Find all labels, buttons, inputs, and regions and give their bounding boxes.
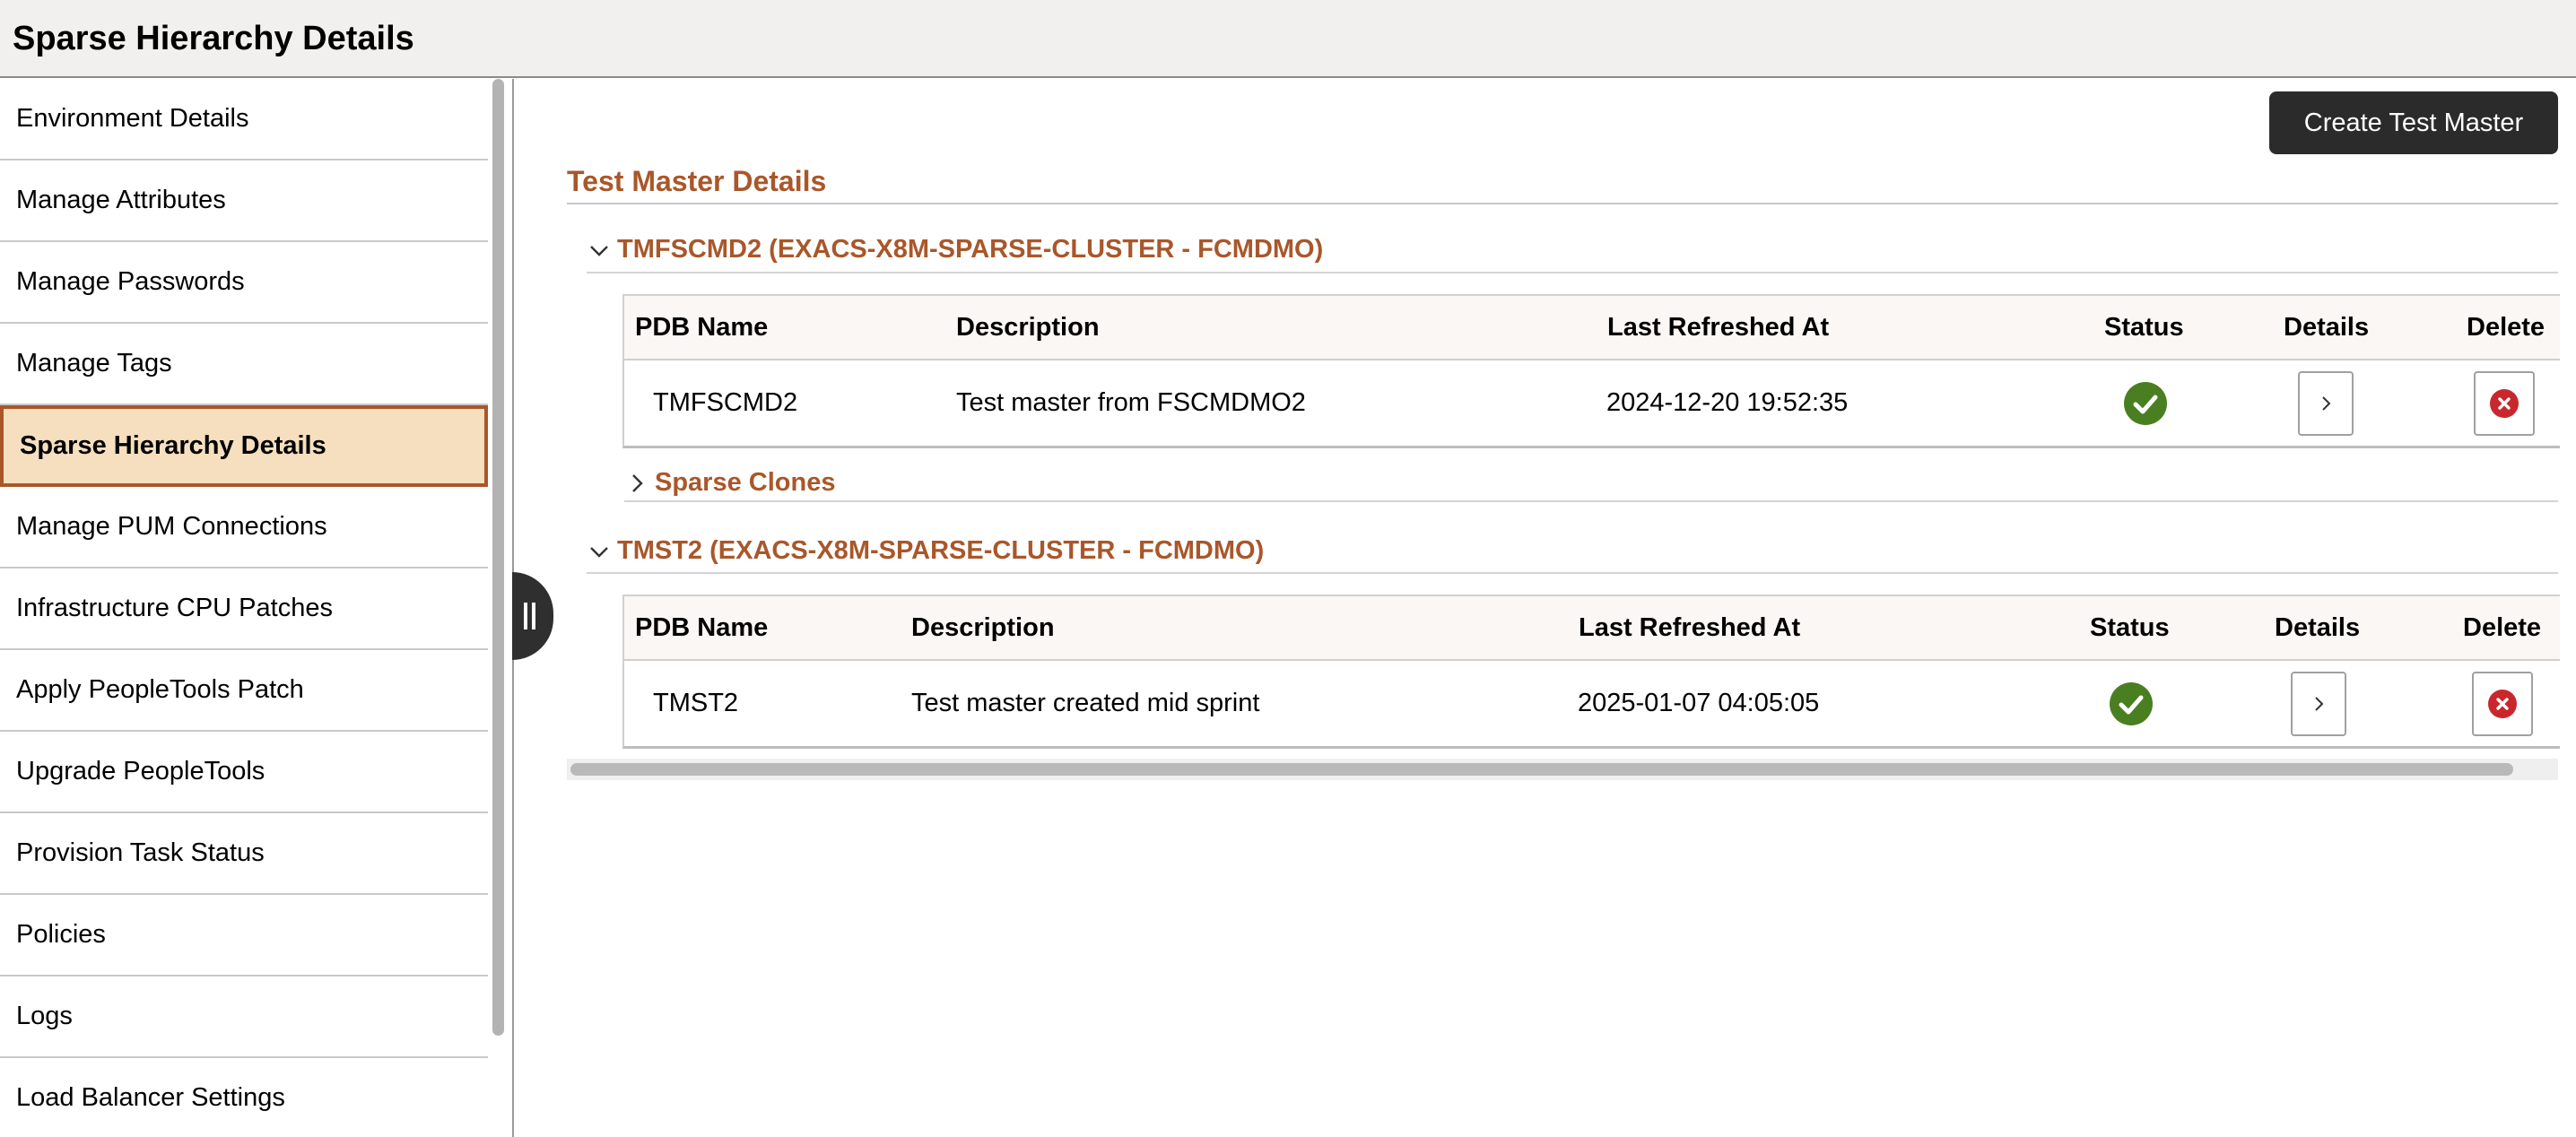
column-header-status: Status xyxy=(2090,612,2170,642)
sidebar-item-logs[interactable]: Logs xyxy=(0,976,488,1058)
column-header-details: Details xyxy=(2284,312,2370,342)
group-title: TMFSCMD2 (EXACS-X8M-SPARSE-CLUSTER - FCM… xyxy=(617,235,1324,264)
subgroup-divider xyxy=(624,500,2558,502)
sidebar-item-manage-passwords[interactable]: Manage Passwords xyxy=(0,242,488,324)
last-refreshed-cell: 2024-12-20 19:52:35 xyxy=(1606,388,1849,417)
test-master-table: PDB Name Description Last Refreshed At S… xyxy=(622,294,2560,448)
column-header-details: Details xyxy=(2275,612,2361,642)
horizontal-scrollbar-thumb[interactable] xyxy=(570,763,2513,776)
column-header-delete: Delete xyxy=(2467,312,2546,342)
section-title: Test Master Details xyxy=(567,165,827,197)
chevron-right-icon xyxy=(2322,395,2331,411)
details-cell xyxy=(2298,360,2354,446)
details-button[interactable] xyxy=(2291,671,2346,736)
group-toggle-tmfscmd2[interactable]: TMFSCMD2 (EXACS-X8M-SPARSE-CLUSTER - FCM… xyxy=(587,235,1323,265)
page-header: Sparse Hierarchy Details xyxy=(0,0,2576,78)
column-header-description: Description xyxy=(956,312,1100,342)
table-header: PDB Name Description Last Refreshed At S… xyxy=(624,596,2560,661)
sidebar-item-provision-task-status[interactable]: Provision Task Status xyxy=(0,813,488,895)
status-cell xyxy=(2110,661,2153,746)
delete-button[interactable] xyxy=(2472,671,2533,736)
sidebar-item-environment-details[interactable]: Environment Details xyxy=(0,79,488,161)
column-header-delete: Delete xyxy=(2463,612,2542,642)
pdb-name-cell: TMST2 xyxy=(653,689,739,717)
details-cell xyxy=(2291,661,2346,746)
drag-handle-icon xyxy=(523,603,535,629)
description-cell: Test master from FSCMDMO2 xyxy=(956,388,1306,417)
success-icon xyxy=(2124,381,2167,425)
sidebar-nav: Environment Details Manage Attributes Ma… xyxy=(0,79,488,1137)
column-header-pdb-name: PDB Name xyxy=(635,312,769,342)
table-row: TMFSCMD2 Test master from FSCMDMO2 2024-… xyxy=(624,360,2560,446)
chevron-down-icon xyxy=(587,238,612,263)
sidebar-item-infrastructure-cpu-patches[interactable]: Infrastructure CPU Patches xyxy=(0,568,488,650)
subgroup-title: Sparse Clones xyxy=(655,468,836,497)
last-refreshed-cell: 2025-01-07 04:05:05 xyxy=(1578,689,1820,717)
column-header-last-refreshed: Last Refreshed At xyxy=(1579,612,1801,642)
sidebar-item-policies[interactable]: Policies xyxy=(0,895,488,976)
sidebar-item-load-balancer-settings[interactable]: Load Balancer Settings xyxy=(0,1058,488,1137)
chevron-right-icon xyxy=(624,471,649,496)
delete-icon xyxy=(2490,388,2519,418)
delete-cell xyxy=(2474,360,2535,446)
sidebar-scrollbar-thumb[interactable] xyxy=(492,79,504,1036)
page-title: Sparse Hierarchy Details xyxy=(13,20,414,57)
pdb-name-cell: TMFSCMD2 xyxy=(653,388,798,417)
sidebar-item-apply-peopletools-patch[interactable]: Apply PeopleTools Patch xyxy=(0,650,488,732)
status-cell xyxy=(2124,360,2167,446)
table-header: PDB Name Description Last Refreshed At S… xyxy=(624,296,2560,360)
sidebar-item-manage-tags[interactable]: Manage Tags xyxy=(0,324,488,405)
column-header-pdb-name: PDB Name xyxy=(635,612,769,642)
group-title: TMST2 (EXACS-X8M-SPARSE-CLUSTER - FCMDMO… xyxy=(617,536,1265,565)
group-divider xyxy=(587,572,2558,574)
subgroup-toggle-sparse-clones[interactable]: Sparse Clones xyxy=(624,468,835,498)
create-test-master-button[interactable]: Create Test Master xyxy=(2269,91,2558,154)
delete-cell xyxy=(2472,661,2533,746)
description-cell: Test master created mid sprint xyxy=(911,689,1260,717)
collapse-sidebar-handle[interactable] xyxy=(512,572,553,660)
delete-icon xyxy=(2488,689,2517,718)
section-divider xyxy=(567,203,2558,204)
sidebar-item-upgrade-peopletools[interactable]: Upgrade PeopleTools xyxy=(0,732,488,813)
sidebar-item-sparse-hierarchy-details[interactable]: Sparse Hierarchy Details xyxy=(0,405,488,487)
chevron-right-icon xyxy=(2315,696,2324,711)
sidebar-scrollbar[interactable] xyxy=(491,79,505,1137)
group-divider xyxy=(587,272,2558,273)
success-icon xyxy=(2110,681,2153,725)
sidebar-item-manage-attributes[interactable]: Manage Attributes xyxy=(0,161,488,242)
column-header-last-refreshed: Last Refreshed At xyxy=(1607,312,1830,342)
sidebar-item-manage-pum-connections[interactable]: Manage PUM Connections xyxy=(0,487,488,568)
delete-button[interactable] xyxy=(2474,370,2535,436)
group-toggle-tmst2[interactable]: TMST2 (EXACS-X8M-SPARSE-CLUSTER - FCMDMO… xyxy=(587,536,1264,566)
test-master-table: PDB Name Description Last Refreshed At S… xyxy=(622,595,2560,749)
column-header-status: Status xyxy=(2104,312,2184,342)
chevron-down-icon xyxy=(587,539,612,564)
details-button[interactable] xyxy=(2298,370,2354,436)
column-header-description: Description xyxy=(911,612,1055,642)
table-row: TMST2 Test master created mid sprint 202… xyxy=(624,661,2560,746)
horizontal-scrollbar[interactable] xyxy=(567,759,2558,780)
